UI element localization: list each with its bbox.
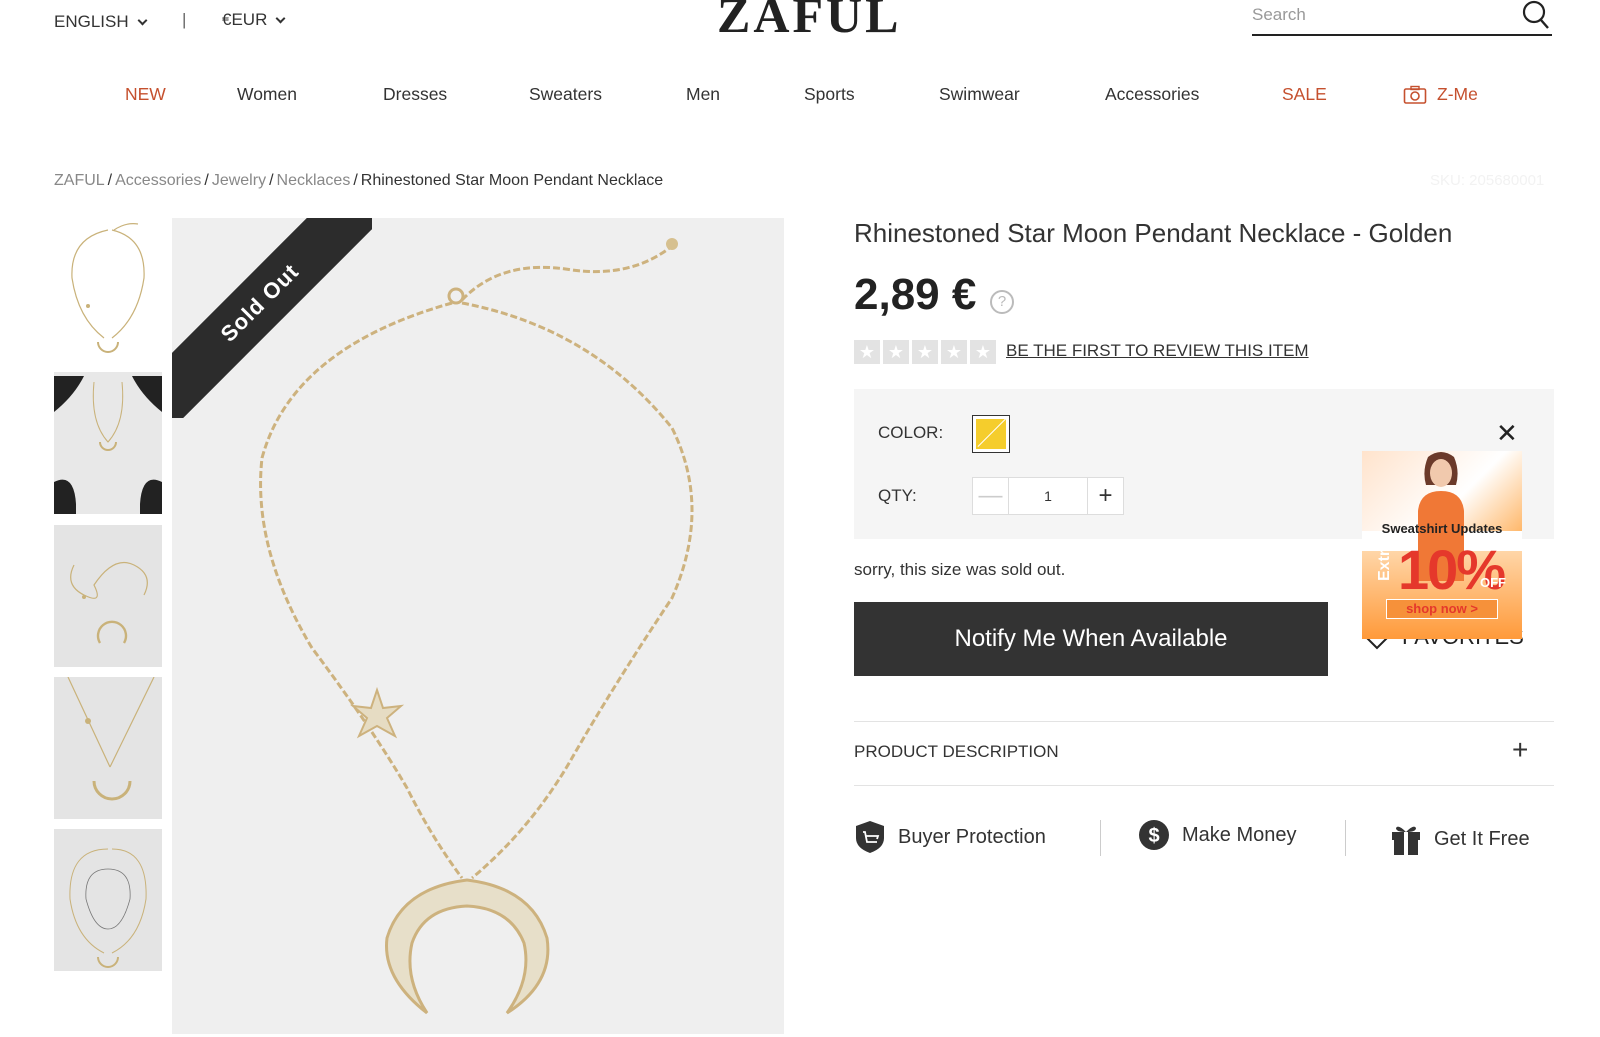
promo-headline: Sweatshirt Updates (1381, 521, 1503, 536)
camera-icon (1403, 85, 1427, 104)
swatch-fill (976, 419, 1006, 449)
divider (854, 721, 1554, 722)
chevron-down-icon (137, 15, 148, 25)
chevron-down-icon (275, 13, 286, 23)
product-price: 2,89 € (854, 270, 977, 319)
breadcrumb-home[interactable]: ZAFUL (54, 172, 105, 189)
search-input[interactable] (1252, 2, 1512, 28)
breadcrumb-necklaces[interactable]: Necklaces (277, 172, 351, 189)
divider (1345, 820, 1346, 856)
svg-text:$: $ (1148, 825, 1159, 847)
notify-button[interactable]: Notify Me When Available (854, 602, 1328, 676)
necklace-thumbnail-image (71, 223, 145, 353)
nav-item-women[interactable]: Women (237, 84, 297, 105)
color-swatch-golden[interactable] (972, 415, 1010, 453)
star-icon: ★ (970, 340, 996, 364)
quantity-input[interactable] (1009, 478, 1087, 514)
get-it-free-link[interactable]: Get It Free (1390, 822, 1530, 856)
thumbnail-2[interactable] (54, 372, 162, 514)
dollar-icon: $ (1139, 820, 1169, 850)
sku-label: SKU: 205680001 (1430, 172, 1545, 189)
divider (854, 785, 1554, 786)
shop-now-button[interactable]: shop now > (1386, 599, 1498, 619)
sold-out-message: sorry, this size was sold out. (854, 560, 1066, 579)
sold-out-ribbon: Sold Out (172, 218, 372, 418)
necklace-thumbnail-image (54, 525, 162, 667)
search-icon[interactable] (1522, 0, 1550, 30)
necklace-thumbnail-image (54, 829, 162, 971)
nav-item-dresses[interactable]: Dresses (383, 84, 447, 105)
star-icon: ★ (912, 340, 938, 364)
product-description-toggle[interactable]: PRODUCT DESCRIPTION (854, 742, 1059, 762)
gift-icon (1392, 826, 1420, 855)
divider (1100, 820, 1101, 856)
topbar-separator: | (182, 10, 187, 29)
color-label: COLOR: (878, 423, 944, 442)
promo-percent: 10% (1398, 538, 1506, 601)
breadcrumb-jewelry[interactable]: Jewelry (212, 172, 266, 189)
shield-icon (856, 821, 884, 853)
currency-selector[interactable]: €EUR (222, 10, 286, 30)
star-icon: ★ (941, 340, 967, 364)
star-icon: ★ (854, 340, 880, 364)
promo-popup[interactable]: Sweatshirt Updates Extra 10% OFF shop no… (1362, 451, 1522, 639)
promo-extra: Extra (1376, 540, 1393, 581)
product-main-image[interactable]: Sold Out (172, 218, 784, 1034)
search-bar (1252, 0, 1552, 36)
nav-item-accessories[interactable]: Accessories (1105, 84, 1199, 105)
help-icon[interactable]: ? (990, 290, 1014, 314)
nav-item-men[interactable]: Men (686, 84, 720, 105)
breadcrumb-current: Rhinestoned Star Moon Pendant Necklace (360, 172, 664, 189)
rating-stars: ★ ★ ★ ★ ★ (854, 340, 996, 364)
buyer-protection-link[interactable]: Buyer Protection (854, 820, 1046, 854)
site-logo[interactable]: ZAFUL (717, 0, 901, 44)
nav-item-swimwear[interactable]: Swimwear (939, 84, 1020, 105)
star-icon: ★ (883, 340, 909, 364)
language-label: ENGLISH (54, 12, 129, 31)
thumbnail-1[interactable] (54, 218, 162, 360)
make-money-link[interactable]: $ Make Money (1138, 818, 1297, 852)
promo-off: OFF (1480, 575, 1506, 590)
necklace-thumbnail-image (54, 372, 162, 514)
thumbnail-5[interactable] (54, 829, 162, 971)
plus-button[interactable]: + (1087, 478, 1123, 514)
nav-item-sale[interactable]: SALE (1282, 84, 1327, 105)
breadcrumb: ZAFUL / Accessories / Jewelry / Necklaces / Rhin… (54, 172, 664, 189)
review-link[interactable]: BE THE FIRST TO REVIEW THIS ITEM (1006, 341, 1309, 361)
thumbnail-4[interactable] (54, 677, 162, 819)
product-title: Rhinestoned Star Moon Pendant Necklace -… (854, 218, 1453, 248)
expand-plus-icon[interactable]: + (1512, 736, 1528, 764)
nav-item-sweaters[interactable]: Sweaters (529, 84, 602, 105)
language-selector[interactable]: ENGLISH (54, 12, 148, 32)
get-it-free-label: Get It Free (1434, 827, 1530, 850)
z-me-label: Z-Me (1437, 84, 1478, 104)
nav-item-sports[interactable]: Sports (804, 84, 855, 105)
quantity-stepper: — + (972, 477, 1124, 515)
close-icon[interactable]: ✕ (1496, 420, 1518, 446)
make-money-label: Make Money (1182, 823, 1297, 846)
thumbnail-3[interactable] (54, 525, 162, 667)
main-nav: NEW Women Dresses Sweaters Men Sports Sw… (0, 84, 1600, 114)
qty-label: QTY: (878, 486, 917, 505)
currency-label: €EUR (222, 10, 268, 29)
minus-button[interactable]: — (973, 478, 1009, 514)
breadcrumb-accessories[interactable]: Accessories (115, 172, 201, 189)
nav-item-new[interactable]: NEW (125, 84, 166, 105)
necklace-thumbnail-image (54, 677, 162, 819)
buyer-protection-label: Buyer Protection (898, 825, 1046, 848)
nav-item-z-me[interactable]: Z-Me (1403, 84, 1478, 105)
